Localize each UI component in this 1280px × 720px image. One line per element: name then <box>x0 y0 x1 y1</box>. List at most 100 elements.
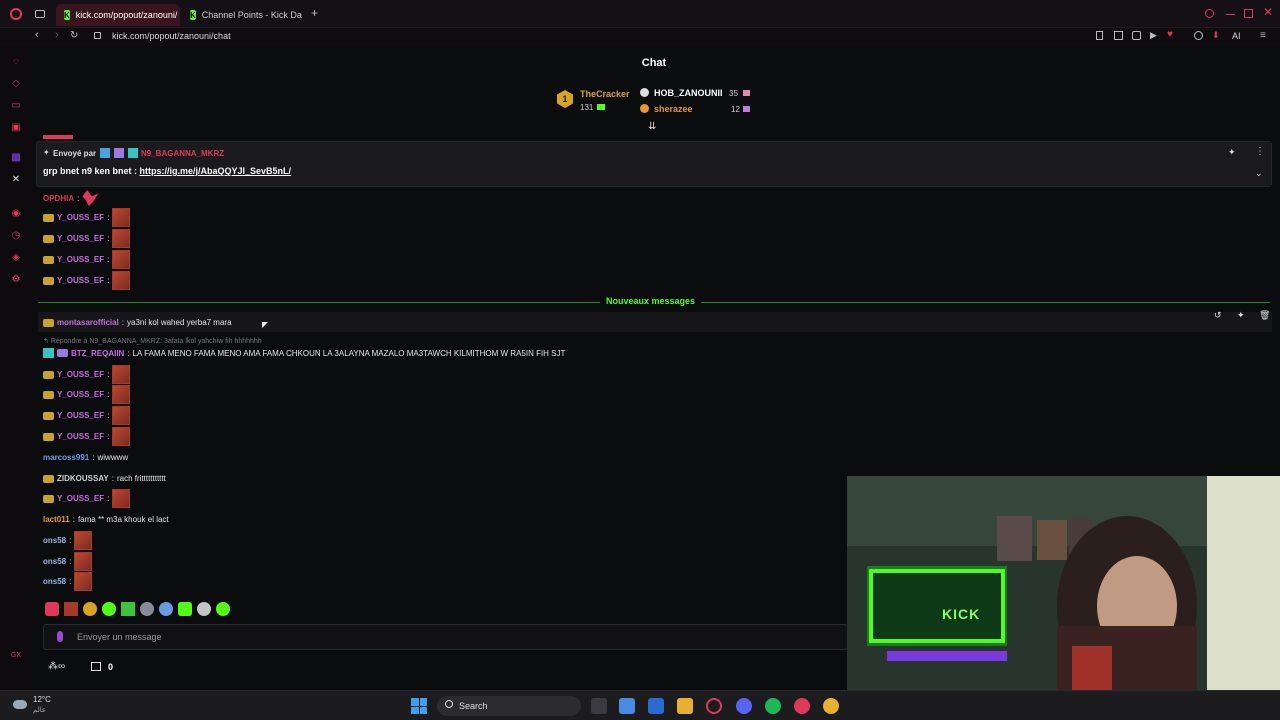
chat-username[interactable]: ons58 <box>43 557 66 566</box>
pinned-text-body: grp bnet n9 ken bnet : <box>43 166 140 176</box>
bookmark-icon[interactable] <box>1096 31 1103 40</box>
discord-icon[interactable] <box>736 698 752 714</box>
ai-button[interactable]: AI <box>1232 31 1241 41</box>
address-bar: ‹ › ↻ kick.com/popout/zanouni/chat ▶ ♥ ⬇… <box>0 28 1280 46</box>
chat-username[interactable]: Y_OUSS_EF <box>57 255 104 264</box>
reply-icon[interactable]: ↺ <box>1214 310 1222 321</box>
leader-name[interactable]: sherazee <box>654 104 693 114</box>
chat-username[interactable]: Y_OUSS_EF <box>57 276 104 285</box>
new-tab-button[interactable]: + <box>311 6 318 20</box>
profile-icon[interactable] <box>1194 31 1203 40</box>
expand-chevron-icon[interactable]: ⌄ <box>1255 168 1263 179</box>
emote-button[interactable] <box>121 602 135 616</box>
leader-name[interactable]: TheCracker <box>580 89 630 99</box>
reload-icon[interactable]: ↻ <box>70 30 78 41</box>
weather-icon[interactable] <box>13 700 27 709</box>
store-icon[interactable] <box>648 698 664 714</box>
task-view-icon[interactable] <box>591 698 607 714</box>
channel-points-icon[interactable] <box>91 662 101 671</box>
emote-button[interactable] <box>102 602 116 616</box>
history-icon[interactable]: ◷ <box>10 230 22 242</box>
gx-icon[interactable]: GX <box>10 650 22 662</box>
chat-username[interactable]: lact011 <box>43 515 70 524</box>
x-icon[interactable]: ✕ <box>10 174 22 186</box>
chat-username[interactable]: BTZ_REQAIIN <box>71 349 124 358</box>
screenshot-icon[interactable] <box>1114 31 1123 40</box>
play-icon[interactable]: ▶ <box>1150 30 1157 41</box>
chat-username[interactable]: Y_OUSS_EF <box>57 411 104 420</box>
more-options-icon[interactable]: ⋮ <box>1255 146 1265 157</box>
webcam-kick-sign: KICK <box>942 606 981 622</box>
file-explorer-icon[interactable] <box>677 698 693 714</box>
emote-button[interactable] <box>45 602 59 616</box>
maximize-button[interactable] <box>1244 9 1253 18</box>
emote <box>112 427 131 446</box>
leader-name[interactable]: HOB_ZANOUNII <box>654 88 723 98</box>
emote-button[interactable] <box>159 602 173 616</box>
opera-logo-icon[interactable] <box>10 8 22 20</box>
chat-username[interactable]: ons58 <box>43 536 66 545</box>
forward-icon[interactable]: › <box>55 29 59 41</box>
microphone-icon[interactable] <box>57 631 63 642</box>
back-icon[interactable]: ‹ <box>35 29 39 41</box>
chat-username[interactable]: ZIDKOUSSAY <box>57 474 109 483</box>
url-field[interactable]: kick.com/popout/zanouni/chat <box>112 31 231 41</box>
chat-username[interactable]: Y_OUSS_EF <box>57 234 104 243</box>
aria-icon[interactable]: ◌ <box>10 56 22 68</box>
gift-icon <box>743 90 750 96</box>
copilot-icon[interactable] <box>619 698 635 714</box>
adblock-icon[interactable] <box>1132 31 1141 40</box>
chrome-icon[interactable] <box>823 698 839 714</box>
leader-points: 131 <box>580 103 594 112</box>
pinned-sender[interactable]: N9_BAGANNA_MKRZ <box>141 149 224 158</box>
webcam-scene <box>847 476 1280 690</box>
search-tabs-icon[interactable] <box>1205 9 1214 18</box>
emote-button[interactable] <box>197 602 211 616</box>
settings-icon[interactable]: ⚙ <box>10 274 22 286</box>
emote-button[interactable] <box>83 602 97 616</box>
close-window-button[interactable]: ✕ <box>1263 5 1273 19</box>
emote-button[interactable] <box>64 602 78 616</box>
chat-username[interactable]: montasarofficial <box>57 318 119 327</box>
emote-button[interactable] <box>216 602 230 616</box>
app-icon[interactable] <box>794 698 810 714</box>
start-icon[interactable] <box>411 698 427 714</box>
chat-message: ons58: <box>43 572 93 591</box>
player-icon[interactable]: ◉ <box>10 208 22 220</box>
chat-username[interactable]: Y_OUSS_EF <box>57 494 104 503</box>
emote-button[interactable] <box>178 602 192 616</box>
chat-username[interactable]: ons58 <box>43 577 66 586</box>
chat-input[interactable]: Envoyer un message <box>43 624 848 650</box>
emote-button[interactable] <box>140 602 154 616</box>
browser-tab-strip: K kick.com/popout/zanouni/ K Channel Poi… <box>0 0 1280 28</box>
chat-username[interactable]: Y_OUSS_EF <box>57 213 104 222</box>
heart-icon[interactable]: ♥ <box>1167 29 1173 40</box>
chat-username[interactable]: Y_OUSS_EF <box>57 432 104 441</box>
unpin-icon[interactable]: ✦ <box>1228 147 1236 158</box>
minimize-button[interactable] <box>1226 14 1235 15</box>
extensions-icon[interactable]: ◈ <box>10 252 22 264</box>
instagram-icon[interactable]: ▣ <box>10 122 22 134</box>
taskbar-search[interactable]: Search <box>437 696 581 716</box>
tab-channel-points[interactable]: K Channel Points - Kick Das <box>182 4 302 26</box>
pinned-link[interactable]: https://ig.me/j/AbaQQYJl_SevB5nL/ <box>140 166 292 176</box>
download-icon[interactable]: ⬇ <box>1212 30 1220 41</box>
chat-username[interactable]: marcoss991 <box>43 453 89 462</box>
spotify-icon[interactable] <box>765 698 781 714</box>
shop-icon[interactable]: ◇ <box>10 78 22 90</box>
chat-username[interactable]: Y_OUSS_EF <box>57 370 104 379</box>
chat-username[interactable]: OPDHIA <box>43 194 74 203</box>
rank-badge: 1 <box>557 90 573 108</box>
twitch-icon[interactable]: ▩ <box>10 152 22 164</box>
menu-icon[interactable]: ≡ <box>1260 30 1266 41</box>
pin-message-icon[interactable]: ✦ <box>1237 310 1245 321</box>
delete-icon[interactable]: 🗑 <box>1259 310 1270 321</box>
tab-manager-icon[interactable] <box>35 10 45 18</box>
chat-username[interactable]: Y_OUSS_EF <box>57 390 104 399</box>
opera-gx-taskbar-icon[interactable] <box>706 698 722 714</box>
chat-settings-icon[interactable]: ⁂∞ <box>48 661 65 672</box>
messenger-icon[interactable]: ▭ <box>10 100 22 112</box>
leader-points: 12 <box>731 105 740 114</box>
tab-kick-chat[interactable]: K kick.com/popout/zanouni/ <box>56 4 180 26</box>
collapse-chevron-icon[interactable]: ⇊ <box>648 121 656 132</box>
